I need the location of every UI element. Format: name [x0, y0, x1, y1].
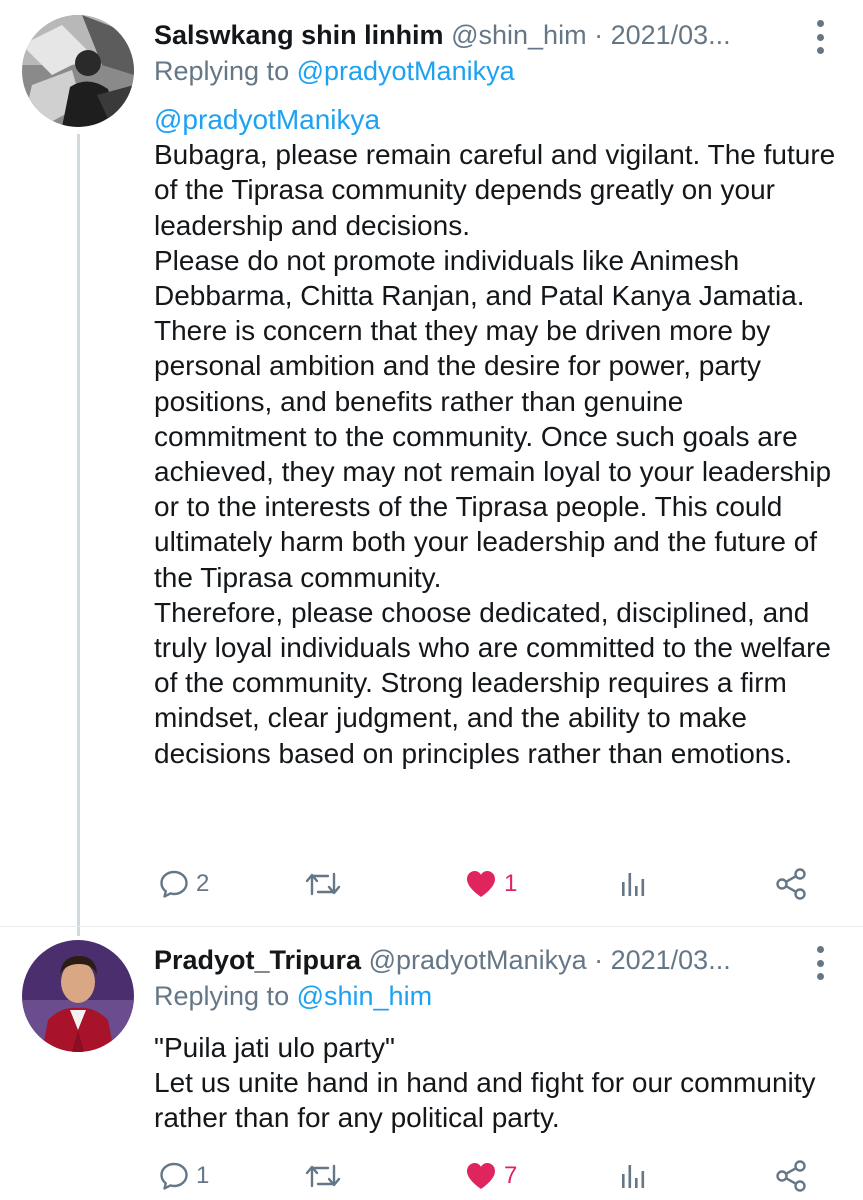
tweet-paragraph: "Puila jati ulo party" [154, 1032, 395, 1063]
heart-icon [467, 1163, 495, 1189]
avatar-image [22, 15, 134, 127]
tweet-pradyot-manikya[interactable]: Pradyot_Tripura @pradyotManikya · 2021/0… [0, 926, 863, 1200]
share-button[interactable] [774, 864, 808, 904]
tweet-header: Pradyot_Tripura @pradyotManikya · 2021/0… [154, 940, 808, 980]
replying-to: Replying to @shin_him [154, 978, 432, 1014]
replying-to-link[interactable]: @shin_him [297, 981, 432, 1011]
tweet-paragraph: Bubagra, please remain careful and vigil… [154, 139, 836, 241]
like-button[interactable]: 1 [464, 864, 517, 904]
reply-count: 2 [196, 870, 210, 897]
stats-button[interactable] [618, 1156, 648, 1196]
replying-to-label: Replying to [154, 56, 297, 86]
avatar[interactable] [22, 940, 134, 1052]
share-icon [776, 868, 806, 900]
tweet-text: @pradyotManikya Bubagra, please remain c… [154, 102, 839, 771]
like-count: 1 [504, 870, 518, 897]
timestamp[interactable]: 2021/03... [611, 20, 731, 50]
replying-to-label: Replying to [154, 981, 297, 1011]
like-button[interactable]: 7 [464, 1156, 517, 1196]
speech-bubble-icon [160, 870, 188, 898]
handle[interactable]: @shin_him [451, 20, 586, 50]
reply-button[interactable]: 1 [158, 1156, 209, 1196]
display-name[interactable]: Pradyot_Tripura [154, 945, 361, 975]
heart-icon [467, 871, 495, 897]
meta-separator: · [586, 945, 611, 975]
vertical-dots-icon[interactable] [815, 20, 825, 54]
tweet-paragraph: Therefore, please choose dedicated, disc… [154, 596, 831, 769]
tweet-actions: 1 7 [154, 1156, 814, 1196]
tweet-shin-him[interactable]: Salswkang shin linhim @shin_him · 2021/0… [0, 0, 863, 926]
retweet-arrows-icon [305, 872, 341, 896]
timestamp[interactable]: 2021/03... [611, 945, 731, 975]
tweet-paragraph: Let us unite hand in hand and fight for … [154, 1067, 816, 1134]
retweet-button[interactable] [304, 1156, 348, 1196]
retweet-button[interactable] [304, 864, 348, 904]
reply-button[interactable]: 2 [158, 864, 209, 904]
avatar[interactable] [22, 15, 134, 127]
mention-link[interactable]: @pradyotManikya [154, 104, 380, 135]
bar-chart-icon [622, 873, 645, 896]
tweet-header: Salswkang shin linhim @shin_him · 2021/0… [154, 15, 808, 55]
tweet-text: "Puila jati ulo party" Let us unite hand… [154, 1030, 839, 1136]
avatar-image [22, 940, 134, 1052]
vertical-dots-icon[interactable] [815, 946, 825, 980]
like-count: 7 [504, 1162, 518, 1189]
retweet-arrows-icon [305, 1164, 341, 1188]
meta-separator: · [586, 20, 611, 50]
reply-count: 1 [196, 1162, 210, 1189]
replying-to-link[interactable]: @pradyotManikya [297, 56, 515, 86]
replying-to: Replying to @pradyotManikya [154, 53, 515, 89]
share-icon [776, 1160, 806, 1192]
tweet-actions: 2 1 [154, 864, 814, 904]
tweet-paragraph: Please do not promote individuals like A… [154, 244, 832, 593]
bar-chart-icon [622, 1165, 645, 1188]
stats-button[interactable] [618, 864, 648, 904]
display-name[interactable]: Salswkang shin linhim [154, 20, 444, 50]
speech-bubble-icon [160, 1162, 188, 1190]
handle[interactable]: @pradyotManikya [369, 945, 587, 975]
share-button[interactable] [774, 1156, 808, 1196]
